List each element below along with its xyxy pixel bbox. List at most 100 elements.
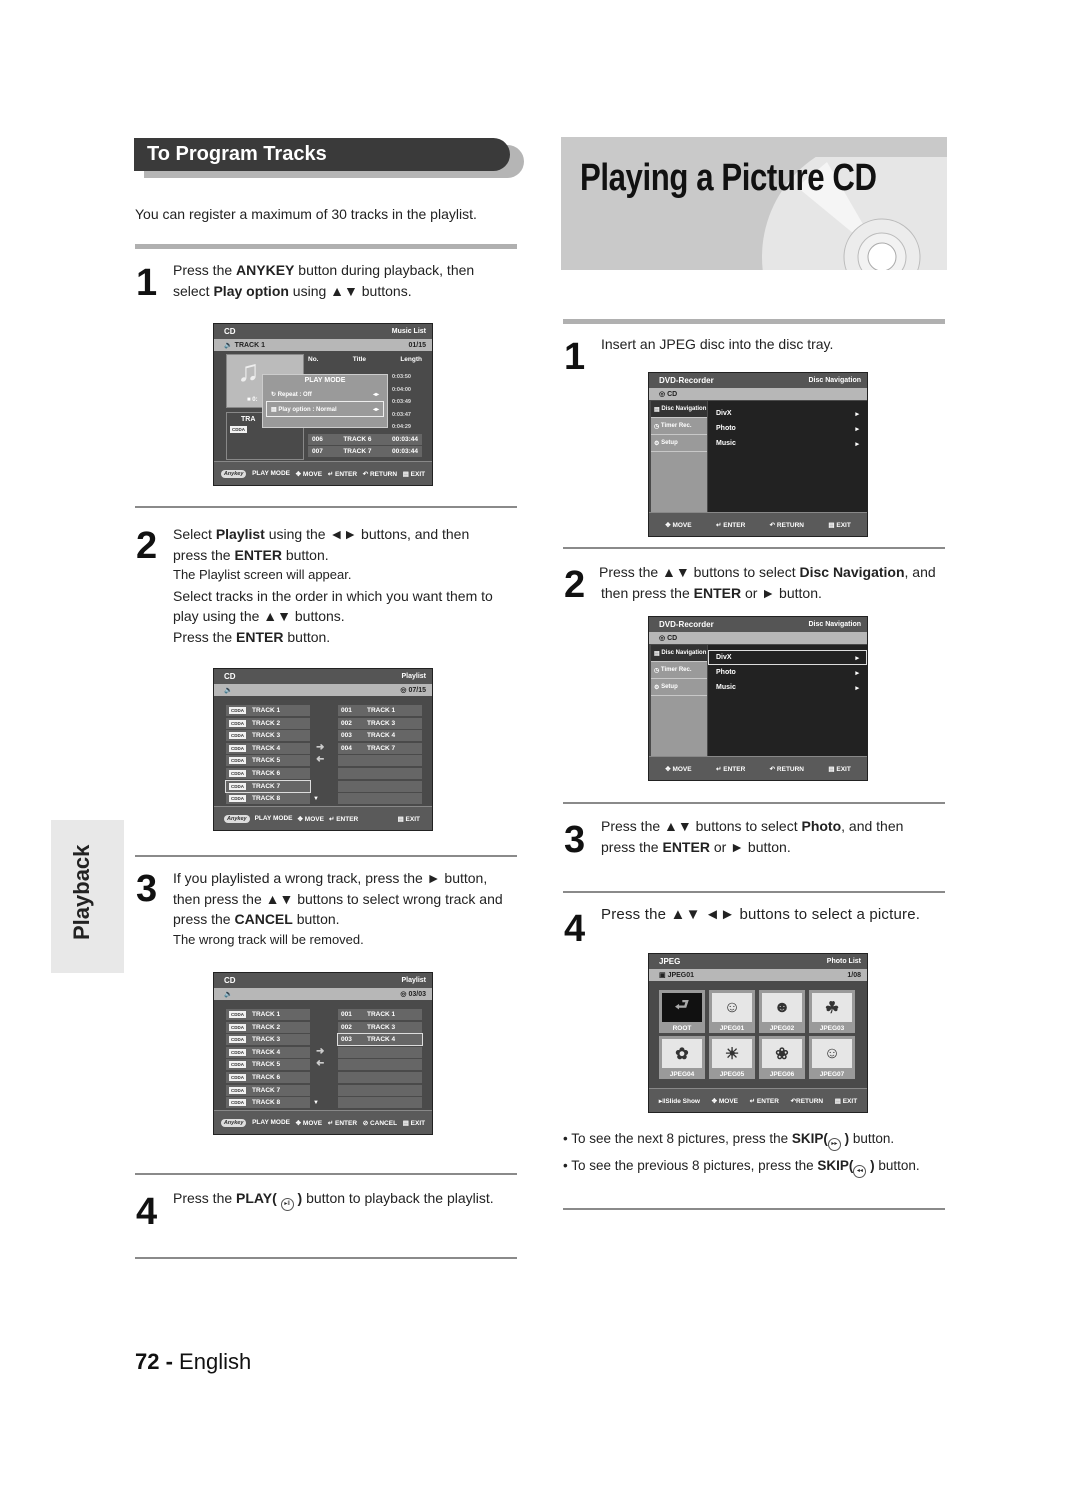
divider bbox=[563, 891, 945, 893]
thumbnail-label: ROOT bbox=[672, 1025, 692, 1032]
speaker-icon: 🔈 bbox=[224, 687, 233, 694]
step-text: If you playlisted a wrong track, press t… bbox=[173, 870, 503, 947]
playlist-row[interactable] bbox=[338, 1097, 422, 1109]
divider bbox=[563, 547, 945, 549]
exit-icon: ▤ bbox=[402, 1119, 409, 1127]
playlist-row[interactable]: 001 TRACK 1 bbox=[338, 705, 422, 716]
sidebar-item-timer-rec[interactable]: ◷ Timer Rec. bbox=[651, 662, 707, 679]
source-track-row[interactable]: CDDA TRACK 1 bbox=[226, 1009, 310, 1020]
thumbnail-label: JPEG03 bbox=[819, 1025, 845, 1032]
track-title: TRACK 4 bbox=[252, 744, 281, 752]
source-track-row[interactable]: CDDA TRACK 7 bbox=[226, 1084, 310, 1096]
playlist-row[interactable] bbox=[338, 1059, 422, 1071]
menu-item-divx[interactable]: DivX ▸ bbox=[708, 650, 867, 665]
folder-icon: ▣ bbox=[659, 972, 666, 979]
step-text: Select Playlist using the ◄► buttons, an… bbox=[173, 526, 493, 645]
sidebar-item-timer-rec[interactable]: ◷ Timer Rec. bbox=[651, 418, 707, 435]
playlist-row[interactable] bbox=[338, 1046, 422, 1058]
cdda-badge: CDDA bbox=[229, 782, 246, 790]
intro-text: You can register a maximum of 30 tracks … bbox=[135, 206, 477, 222]
photo-thumbnail[interactable]: ☺ JPEG01 bbox=[709, 990, 755, 1033]
music-list-row[interactable]: 007 TRACK 7 00:03:44 bbox=[308, 446, 422, 457]
playlist-row[interactable] bbox=[338, 768, 422, 779]
enter-icon: ↵ bbox=[327, 1119, 334, 1127]
thumbnail-label: JPEG04 bbox=[669, 1071, 695, 1078]
playlist-row[interactable] bbox=[338, 1072, 422, 1083]
sidebar-item-disc-navigation[interactable]: ▤ Disc Navigation bbox=[651, 645, 707, 662]
osd-playlist: CD Playlist 🔈 ◎ 07/15 CDDA TRACK 1 CDDA TRACK… bbox=[213, 668, 433, 831]
playlist-row[interactable] bbox=[338, 1084, 422, 1096]
cdda-badge: CDDA bbox=[229, 1099, 246, 1107]
sidebar-item-setup[interactable]: ⚙ Setup bbox=[651, 679, 707, 696]
divider bbox=[135, 506, 517, 508]
footer-exit: ▤ EXIT bbox=[402, 470, 426, 478]
playlist-row[interactable]: 003 TRACK 4 bbox=[337, 1033, 423, 1047]
track-title: TRACK 8 bbox=[252, 1099, 281, 1107]
source-track-row[interactable]: CDDA TRACK 1 bbox=[226, 705, 310, 716]
footer-enter: ↵ ENTER bbox=[327, 470, 358, 478]
play-option[interactable]: ▤ Play option : Normal ◂▸ bbox=[266, 401, 384, 417]
cdda-badge: CDDA bbox=[229, 757, 246, 765]
playlist-row[interactable]: 003 TRACK 4 bbox=[338, 730, 422, 742]
track-title: TRACK 3 bbox=[252, 1036, 281, 1044]
sidebar-item-setup[interactable]: ⚙ Setup bbox=[651, 435, 707, 452]
source-track-row[interactable]: CDDA TRACK 6 bbox=[226, 1072, 310, 1083]
enter-icon: ↵ bbox=[749, 1097, 756, 1105]
sidebar-item-disc-navigation[interactable]: ▤ Disc Navigation bbox=[651, 401, 707, 418]
source-track-row[interactable]: CDDA TRACK 2 bbox=[226, 717, 310, 729]
cdda-badge: CDDA bbox=[229, 795, 246, 803]
source-track-row[interactable]: CDDA TRACK 5 bbox=[226, 1059, 310, 1071]
menu-item-divx[interactable]: DivX ▸ bbox=[708, 406, 867, 421]
playlist-row[interactable] bbox=[338, 793, 422, 805]
playlist-row[interactable]: 001 TRACK 1 bbox=[338, 1009, 422, 1020]
playlist-row[interactable]: 002 TRACK 3 bbox=[338, 717, 422, 729]
move-icon: ✥ bbox=[665, 521, 671, 529]
source-track-row[interactable]: CDDA TRACK 2 bbox=[226, 1021, 310, 1033]
step-number: 4 bbox=[564, 908, 586, 950]
divider bbox=[563, 802, 945, 804]
playlist-row[interactable]: 002 TRACK 3 bbox=[338, 1021, 422, 1033]
exit-icon: ▤ bbox=[828, 765, 835, 773]
cdda-badge: CDDA bbox=[229, 732, 246, 740]
music-list-row[interactable]: 006 TRACK 6 00:03:44 bbox=[308, 434, 422, 445]
track-title: TRACK 3 bbox=[367, 719, 396, 727]
play-option-icon: ▤ bbox=[271, 406, 277, 413]
photo-thumbnail[interactable]: ☺ JPEG07 bbox=[809, 1036, 855, 1079]
photo-preview: ✿ bbox=[662, 1039, 702, 1068]
repeat-option[interactable]: ↻ Repeat : Off ◂▸ bbox=[267, 387, 383, 401]
menu-item-photo[interactable]: Photo ▸ bbox=[708, 421, 867, 436]
photo-thumbnail[interactable]: ☀ JPEG05 bbox=[709, 1036, 755, 1079]
photo-thumbnail[interactable]: ✿ JPEG04 bbox=[659, 1036, 705, 1079]
step-number: 1 bbox=[136, 262, 158, 304]
move-icon: ✥ bbox=[295, 470, 302, 478]
scroll-down-icon[interactable]: ▼ bbox=[313, 796, 319, 802]
thumbnail-label: JPEG07 bbox=[819, 1071, 845, 1078]
popup-title: PLAY MODE bbox=[304, 377, 346, 384]
playlist-row[interactable]: 004 TRACK 7 bbox=[338, 742, 422, 754]
photo-thumbnail[interactable]: ⮐ ROOT bbox=[659, 990, 705, 1033]
source-track-row[interactable]: CDDA TRACK 6 bbox=[226, 768, 310, 779]
scroll-down-icon[interactable]: ▼ bbox=[313, 1100, 319, 1106]
source-track-row[interactable]: CDDA TRACK 5 bbox=[226, 755, 310, 767]
source-track-row[interactable]: CDDA TRACK 4 bbox=[226, 1046, 310, 1058]
source-track-row[interactable]: CDDA TRACK 7 bbox=[225, 779, 311, 793]
move-icon: ✥ bbox=[711, 1097, 718, 1105]
source-track-row[interactable]: CDDA TRACK 3 bbox=[226, 730, 310, 742]
playlist-row[interactable] bbox=[338, 755, 422, 767]
chevron-right-icon: ▸ bbox=[855, 410, 859, 418]
source-track-row[interactable]: CDDA TRACK 8 bbox=[226, 1097, 310, 1109]
photo-thumbnail[interactable]: ☻ JPEG02 bbox=[759, 990, 805, 1033]
menu-item-music[interactable]: Music ▸ bbox=[708, 436, 867, 451]
repeat-icon: ↻ bbox=[271, 391, 277, 398]
osd-title: Music List bbox=[391, 328, 426, 335]
source-track-row[interactable]: CDDA TRACK 4 bbox=[226, 742, 310, 754]
source-track-row[interactable]: CDDA TRACK 8 bbox=[226, 793, 310, 805]
menu-item-photo[interactable]: Photo ▸ bbox=[708, 665, 867, 680]
photo-thumbnail[interactable]: ☘ JPEG03 bbox=[809, 990, 855, 1033]
menu-item-music[interactable]: Music ▸ bbox=[708, 680, 867, 695]
playlist-row[interactable] bbox=[338, 780, 422, 792]
cdda-badge: CDDA bbox=[229, 1023, 246, 1031]
photo-thumbnail[interactable]: ❀ JPEG06 bbox=[759, 1036, 805, 1079]
page-language: English bbox=[179, 1349, 252, 1374]
source-track-row[interactable]: CDDA TRACK 3 bbox=[226, 1034, 310, 1046]
